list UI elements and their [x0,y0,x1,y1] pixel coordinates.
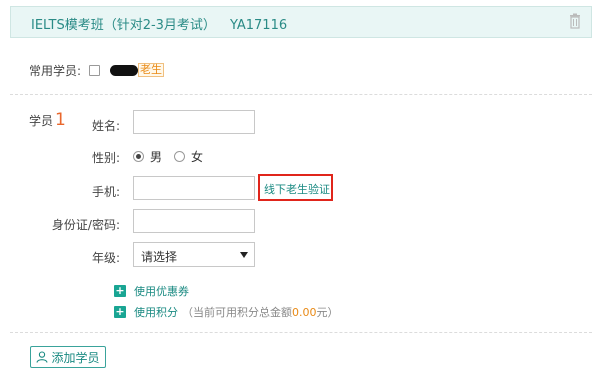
gender-female-label: 女 [191,150,204,164]
course-header: IELTS模考班（针对2-3月考试） YA17116 [10,6,592,38]
id-password-input[interactable] [133,209,255,233]
points-hint-suffix: 元） [316,306,339,319]
plus-icon[interactable]: + [114,306,126,318]
course-name: IELTS模考班（针对2-3月考试） [31,18,216,33]
add-student-label: 添加学员 [51,350,100,365]
user-icon [36,351,49,363]
gender-female-option[interactable]: 女 [174,148,203,165]
gender-label: 性别: [91,151,120,165]
grade-select[interactable]: 请选择 [133,242,255,267]
regular-students-row: 常用学员: 老生 [29,61,165,79]
phone-label: 手机: [91,185,120,199]
chevron-down-icon [240,252,248,258]
redacted-student-name [110,64,139,76]
divider [10,94,592,95]
regular-students-label: 常用学员: [29,63,82,78]
name-input[interactable] [133,110,255,134]
grade-selected-value: 请选择 [141,250,178,264]
points-hint-prefix: （当前可用积分总金额 [182,306,292,319]
plus-icon[interactable]: + [114,285,126,297]
course-code: YA17116 [229,18,288,33]
gender-male-label: 男 [150,150,163,164]
phone-input[interactable] [133,176,255,200]
points-amount: 0.00 [292,306,317,319]
trash-icon[interactable] [569,13,581,29]
regular-student-checkbox[interactable] [89,64,101,76]
coupon-row[interactable]: + 使用优惠券 [114,283,189,299]
name-label: 姓名: [91,119,120,133]
course-title: IELTS模考班（针对2-3月考试） YA17116 [31,14,287,33]
grade-label: 年级: [91,251,120,265]
gender-male-option[interactable]: 男 [133,148,162,165]
points-hint: （当前可用积分总金额0.00元） [182,304,339,320]
use-coupon-link[interactable]: 使用优惠券 [134,283,189,299]
points-row[interactable]: + 使用积分 （当前可用积分总金额0.00元） [114,304,339,320]
id-label: 身份证/密码: [51,218,120,232]
radio-male[interactable] [133,151,144,162]
use-points-link[interactable]: 使用积分 [134,304,178,320]
radio-female[interactable] [174,151,186,162]
gender-options: 男 女 [133,148,203,165]
old-student-badge: 老生 [138,63,165,77]
divider [10,332,592,333]
offline-verify-link[interactable]: 线下老生验证 [264,181,330,197]
add-student-button[interactable]: 添加学员 [30,346,106,368]
